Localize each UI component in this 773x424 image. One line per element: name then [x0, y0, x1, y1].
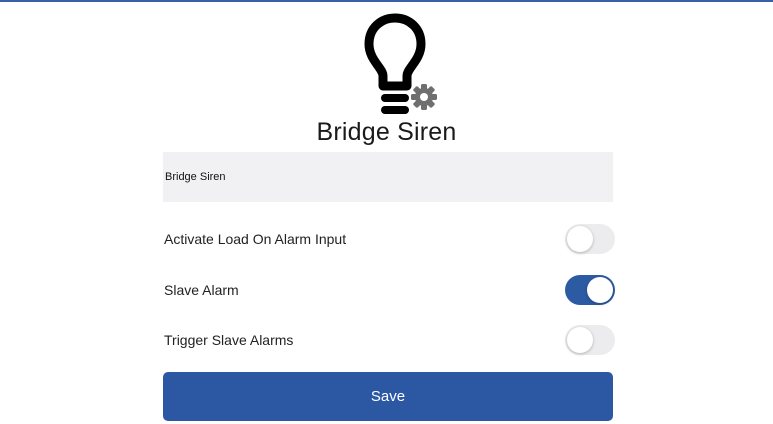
device-name-input[interactable] — [163, 152, 613, 202]
setting-label-trigger-slave-alarms: Trigger Slave Alarms — [164, 332, 294, 348]
activate-load-toggle[interactable] — [565, 224, 615, 254]
setting-label-activate-load: Activate Load On Alarm Input — [164, 231, 347, 247]
trigger-slave-alarms-toggle[interactable] — [565, 325, 615, 355]
device-settings-page: Bridge Siren Activate Load On Alarm Inpu… — [0, 0, 773, 424]
top-divider — [0, 0, 773, 2]
toggle-knob — [567, 226, 593, 252]
setting-row-activate-load: Activate Load On Alarm Input — [163, 222, 615, 256]
slave-alarm-toggle[interactable] — [565, 275, 615, 305]
save-button[interactable]: Save — [163, 372, 613, 421]
toggle-knob — [587, 277, 613, 303]
setting-row-slave-alarm: Slave Alarm — [163, 273, 615, 307]
lightbulb-gear-icon — [347, 12, 443, 116]
device-title: Bridge Siren — [316, 118, 457, 146]
setting-row-trigger-slave-alarms: Trigger Slave Alarms — [163, 323, 615, 357]
setting-label-slave-alarm: Slave Alarm — [164, 282, 239, 298]
toggle-knob — [567, 327, 593, 353]
